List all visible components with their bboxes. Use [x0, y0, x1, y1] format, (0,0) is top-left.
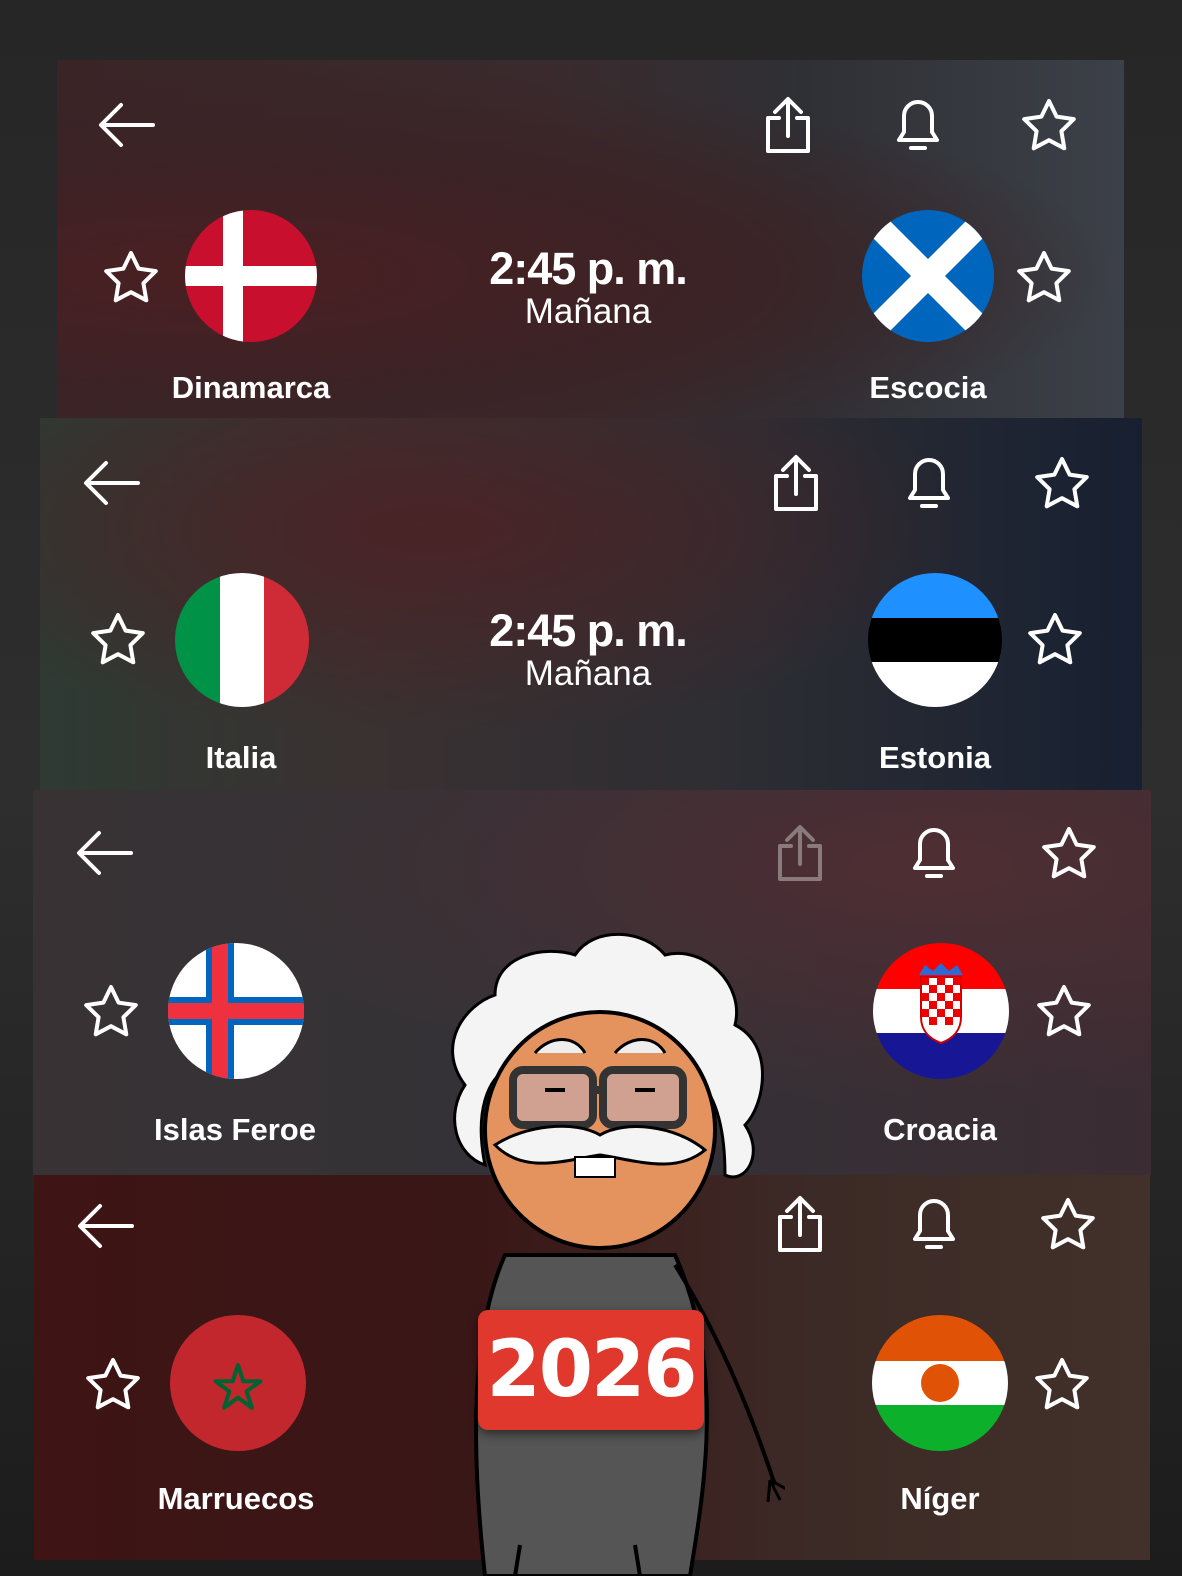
- away-team-name[interactable]: Croacia: [810, 1112, 1070, 1148]
- favorite-team-star-icon[interactable]: [1036, 984, 1092, 1038]
- favorite-team-star-icon[interactable]: [83, 984, 139, 1038]
- share-icon[interactable]: [763, 96, 813, 154]
- favorite-match-star-icon[interactable]: [1021, 98, 1077, 152]
- bell-icon[interactable]: [911, 1195, 957, 1253]
- share-icon[interactable]: [771, 454, 821, 512]
- niger-flag[interactable]: [872, 1315, 1008, 1451]
- match-day: Mañana: [524, 654, 652, 693]
- favorite-match-star-icon[interactable]: [1040, 1197, 1096, 1251]
- away-team-name[interactable]: Estonia: [805, 740, 1065, 776]
- away-team-name[interactable]: Níger: [810, 1481, 1070, 1517]
- match-card-italia-estonia: Italia 2:45 p. m. Mañana Estonia: [40, 418, 1142, 790]
- back-arrow-icon[interactable]: [82, 458, 140, 508]
- match-time-block: 2:45 p. m. Mañana: [428, 246, 748, 332]
- denmark-flag[interactable]: [185, 210, 317, 342]
- back-arrow-icon[interactable]: [97, 100, 155, 150]
- favorite-team-star-icon[interactable]: [90, 612, 146, 666]
- favorite-match-star-icon[interactable]: [1034, 456, 1090, 510]
- bell-icon[interactable]: [911, 824, 957, 882]
- match-time-block: 2:45 p. m. Mañana: [428, 608, 748, 694]
- scotland-flag[interactable]: [862, 210, 994, 342]
- favorite-team-star-icon[interactable]: [1034, 1357, 1090, 1411]
- favorite-team-star-icon[interactable]: [1016, 250, 1072, 304]
- bell-icon[interactable]: [906, 454, 952, 512]
- match-card-dinamarca-escocia: Dinamarca 2:45 p. m. Mañana Escocia: [57, 60, 1124, 418]
- italy-flag[interactable]: [175, 573, 309, 707]
- match-day: Mañana: [524, 292, 652, 331]
- favorite-team-star-icon[interactable]: [1027, 612, 1083, 666]
- home-team-name[interactable]: Italia: [111, 740, 371, 776]
- faroe-islands-flag[interactable]: [168, 943, 304, 1079]
- favorite-match-star-icon[interactable]: [1041, 826, 1097, 880]
- year-badge: 2026: [478, 1310, 704, 1430]
- match-time: 2:45 p. m.: [489, 243, 688, 294]
- estonia-flag[interactable]: [868, 573, 1002, 707]
- favorite-team-star-icon[interactable]: [85, 1357, 141, 1411]
- croatia-flag[interactable]: [873, 943, 1009, 1079]
- home-team-name[interactable]: Islas Feroe: [105, 1112, 365, 1148]
- bell-icon[interactable]: [895, 96, 941, 154]
- back-arrow-icon[interactable]: [76, 1201, 134, 1251]
- home-team-name[interactable]: Dinamarca: [121, 370, 381, 406]
- back-arrow-icon[interactable]: [75, 828, 133, 878]
- home-team-name[interactable]: Marruecos: [106, 1481, 366, 1517]
- morocco-flag[interactable]: [170, 1315, 306, 1451]
- favorite-team-star-icon[interactable]: [103, 250, 159, 304]
- away-team-name[interactable]: Escocia: [798, 370, 1058, 406]
- share-icon: [778, 825, 822, 881]
- match-time: 2:45 p. m.: [489, 605, 688, 656]
- cartoon-mascot-image: [451, 932, 785, 1576]
